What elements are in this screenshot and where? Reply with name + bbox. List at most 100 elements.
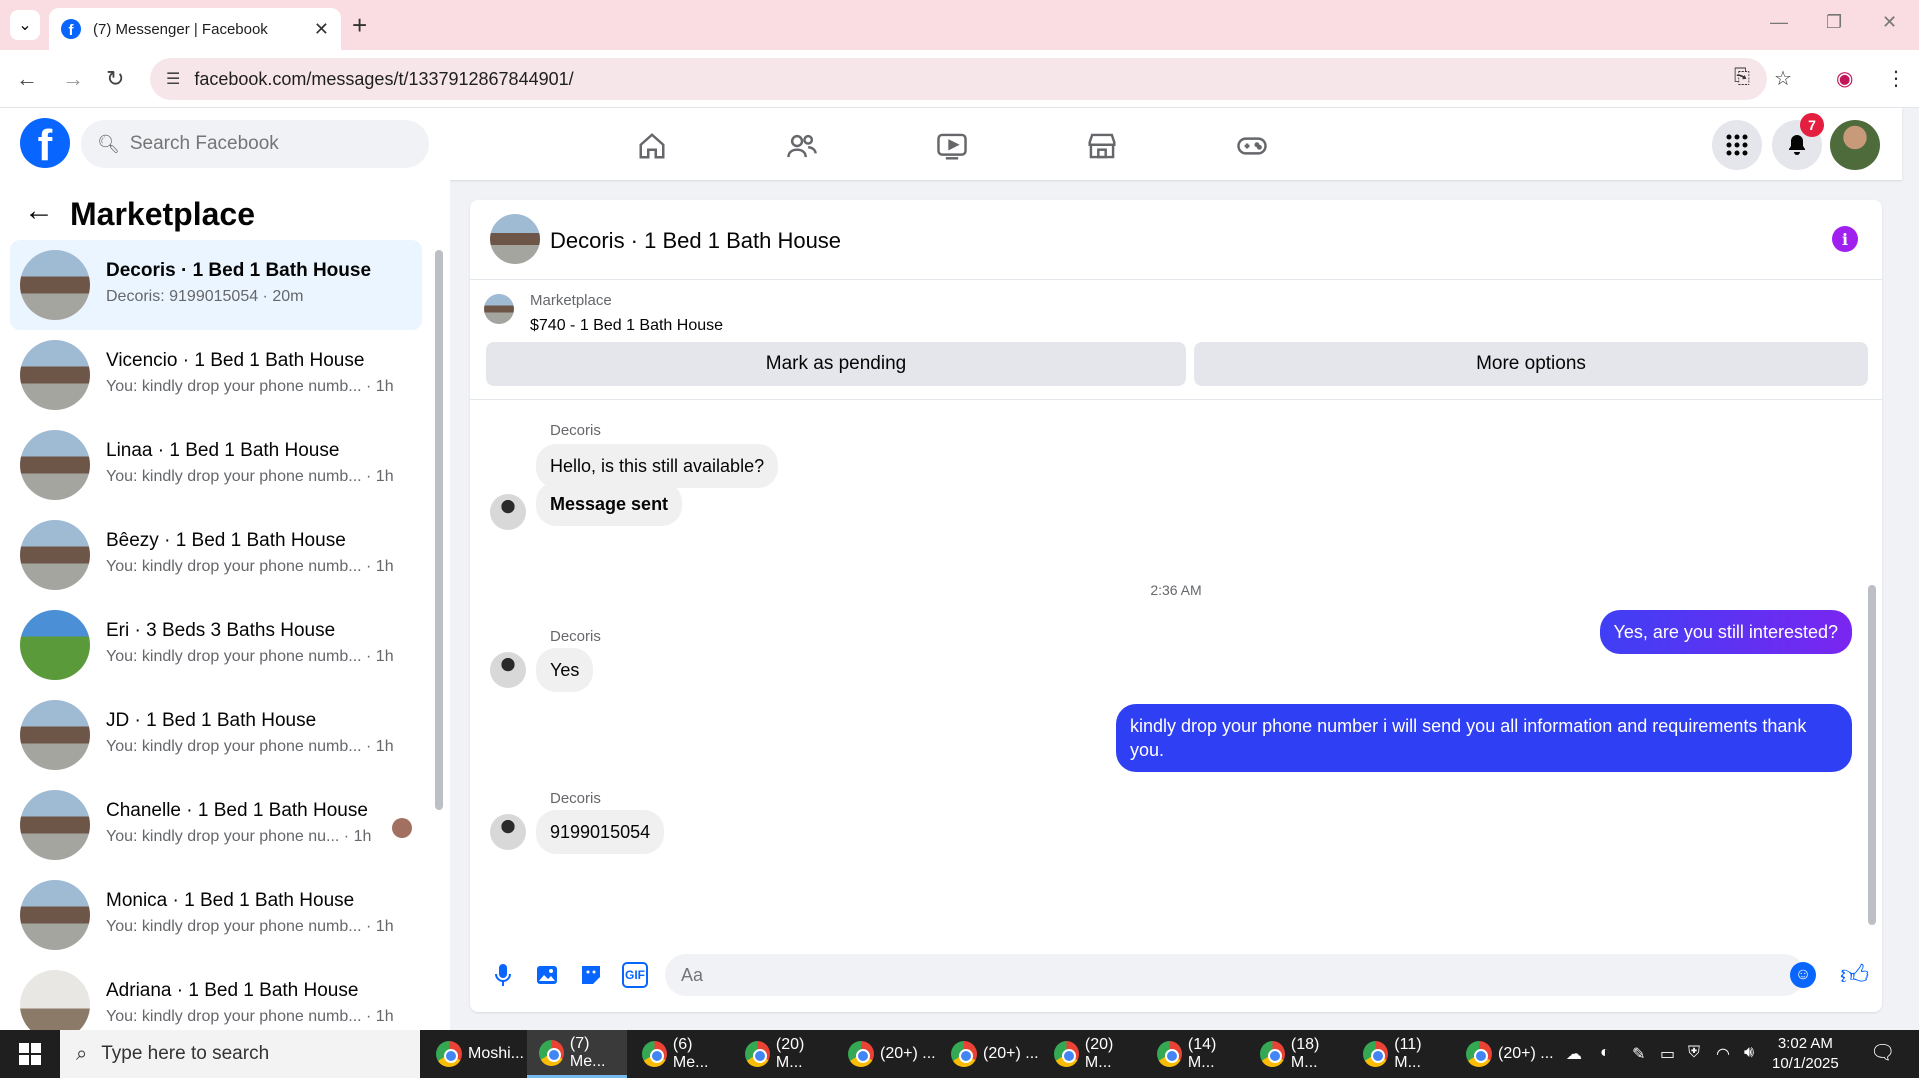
microphone-icon[interactable]: [490, 962, 516, 988]
message-input[interactable]: [665, 954, 1805, 996]
facebook-search[interactable]: 🔍︎: [81, 120, 429, 168]
taskbar-search-text: Type here to search: [101, 1043, 270, 1064]
conversation-name: Linaa · 1 Bed 1 Bath House: [106, 440, 340, 461]
forward-icon[interactable]: →: [62, 66, 84, 92]
conversation-item-beezy[interactable]: Bêezy · 1 Bed 1 Bath House You: kindly d…: [10, 510, 422, 600]
sticker-icon[interactable]: [578, 962, 604, 988]
conversation-item-vicencio[interactable]: Vicencio · 1 Bed 1 Bath House You: kindl…: [10, 330, 422, 420]
conversation-item-monica[interactable]: Monica · 1 Bed 1 Bath House You: kindly …: [10, 870, 422, 960]
marketplace-icon[interactable]: [1082, 126, 1122, 166]
conversation-preview: You: kindly drop your phone numb... · 1h: [106, 1008, 394, 1025]
sender-avatar[interactable]: [490, 494, 526, 530]
menu-grid-icon[interactable]: [1712, 120, 1762, 170]
message-bubble[interactable]: Message sent: [536, 482, 683, 526]
message-bubble-sent[interactable]: Yes, are you still interested?: [1599, 610, 1852, 654]
new-tab-icon[interactable]: +: [352, 10, 367, 41]
taskbar-app[interactable]: (7) Me...: [527, 1030, 627, 1078]
bookmark-star-icon[interactable]: ☆: [1774, 66, 1792, 91]
taskbar-app[interactable]: (20+) ...: [939, 1030, 1039, 1078]
chrome-icon: [436, 1041, 462, 1067]
thumbs-up-icon[interactable]: 👍︎: [1840, 958, 1869, 992]
taskbar-app[interactable]: (20) M...: [1042, 1030, 1142, 1078]
address-bar: ← → ↻ ☰ facebook.com/messages/t/13379128…: [0, 50, 1919, 108]
gif-icon[interactable]: GIF: [622, 962, 648, 988]
back-icon[interactable]: ←: [16, 66, 38, 92]
message-thread: Decoris Hello, is this still available? …: [470, 400, 1882, 930]
listing-thumbnail[interactable]: [484, 294, 514, 324]
system-clock[interactable]: 3:02 AM 10/1/2025: [1772, 1034, 1839, 1074]
conversation-preview: You: kindly drop your phone numb... · 1h: [106, 918, 394, 935]
reload-icon[interactable]: ↻: [106, 66, 124, 92]
close-tab-icon[interactable]: ✕: [314, 19, 329, 40]
taskbar-app[interactable]: (6) Me...: [630, 1030, 730, 1078]
sender-avatar[interactable]: [490, 814, 526, 850]
volume-icon[interactable]: 🔊︎: [1744, 1044, 1754, 1062]
battery-icon[interactable]: ▭: [1660, 1044, 1675, 1064]
chrome-icon: [1466, 1041, 1492, 1067]
taskbar-app[interactable]: (14) M...: [1145, 1030, 1245, 1078]
install-app-icon[interactable]: ⎘: [1734, 66, 1750, 89]
close-window-icon[interactable]: ✕: [1882, 12, 1897, 33]
photo-icon[interactable]: [534, 962, 560, 988]
listing-card: Marketplace $740 - 1 Bed 1 Bath House Ma…: [470, 280, 1882, 400]
windows-start-icon[interactable]: [0, 1030, 60, 1078]
message-bubble[interactable]: Yes: [536, 648, 594, 692]
back-arrow-icon[interactable]: ←: [24, 194, 54, 228]
chat-title[interactable]: Decoris · 1 Bed 1 Bath House: [550, 228, 841, 254]
conversation-name: Adriana · 1 Bed 1 Bath House: [106, 980, 359, 1001]
info-icon[interactable]: i: [1832, 226, 1858, 252]
cloud-icon[interactable]: ☁: [1566, 1044, 1582, 1064]
url-field[interactable]: ☰ facebook.com/messages/t/13379128678449…: [150, 58, 1767, 100]
site-settings-icon[interactable]: ☰: [166, 69, 180, 89]
search-input[interactable]: [129, 133, 410, 155]
conversation-item-eri[interactable]: Eri · 3 Beds 3 Baths House You: kindly d…: [10, 600, 422, 690]
menu-kebab-icon[interactable]: ⋮: [1886, 66, 1906, 91]
wifi-icon[interactable]: ◠: [1716, 1044, 1730, 1064]
chat-avatar[interactable]: [490, 214, 540, 264]
taskbar-app[interactable]: (20+) ...: [1454, 1030, 1554, 1078]
browser-tab[interactable]: f (7) Messenger | Facebook ✕: [49, 8, 341, 50]
listing-category: Marketplace: [530, 292, 612, 309]
sender-avatar[interactable]: [490, 652, 526, 688]
facebook-logo-icon[interactable]: f: [20, 118, 70, 168]
chrome-icon: [1260, 1041, 1285, 1067]
taskbar-app[interactable]: (20) M...: [733, 1030, 833, 1078]
more-options-button[interactable]: More options: [1194, 342, 1868, 386]
notification-center-icon[interactable]: 🗨︎: [1870, 1040, 1895, 1065]
conversation-item-linaa[interactable]: Linaa · 1 Bed 1 Bath House You: kindly d…: [10, 420, 422, 510]
taskbar-app[interactable]: (11) M...: [1351, 1030, 1451, 1078]
taskbar-app[interactable]: (20+) ...: [836, 1030, 936, 1078]
chat-scrollbar[interactable]: [1868, 585, 1876, 925]
conversation-item-decoris[interactable]: Decoris · 1 Bed 1 Bath House Decoris: 91…: [10, 240, 422, 330]
restore-icon[interactable]: ❐: [1826, 12, 1842, 33]
account-avatar[interactable]: [1830, 120, 1880, 170]
message-bubble-sent[interactable]: kindly drop your phone number i will sen…: [1116, 704, 1852, 772]
friends-icon[interactable]: [782, 126, 822, 166]
mark-as-pending-button[interactable]: Mark as pending: [486, 342, 1186, 386]
taskbar-app[interactable]: (18) M...: [1248, 1030, 1348, 1078]
conversation-sidebar: ← Marketplace Decoris · 1 Bed 1 Bath Hou…: [0, 180, 450, 1040]
pen-icon[interactable]: ✎: [1632, 1044, 1645, 1064]
message-composer: GIF ☺ 👍︎: [470, 940, 1882, 1010]
conversation-item-jd[interactable]: JD · 1 Bed 1 Bath House You: kindly drop…: [10, 690, 422, 780]
home-icon[interactable]: [632, 126, 672, 166]
edge-icon[interactable]: ◐: [1600, 1044, 1610, 1062]
conversation-item-chanelle[interactable]: Chanelle · 1 Bed 1 Bath House You: kindl…: [10, 780, 422, 870]
profile-icon[interactable]: ◉: [1836, 66, 1853, 91]
search-icon: ⌕: [76, 1042, 88, 1065]
emoji-icon[interactable]: ☺: [1790, 962, 1816, 988]
conversation-name: Eri · 3 Beds 3 Baths House: [106, 620, 336, 641]
tab-search-button[interactable]: ⌄: [10, 10, 40, 40]
taskbar-app[interactable]: Moshi...: [424, 1030, 524, 1078]
conversation-name: JD · 1 Bed 1 Bath House: [106, 710, 317, 731]
sidebar-scrollbar[interactable]: [435, 250, 443, 810]
notification-badge: 7: [1800, 113, 1824, 137]
shield-icon[interactable]: ⛨: [1688, 1044, 1700, 1062]
message-bubble[interactable]: 9199015054: [536, 810, 665, 854]
taskbar-search[interactable]: ⌕ Type here to search: [60, 1030, 420, 1078]
video-icon[interactable]: [932, 126, 972, 166]
listing-price[interactable]: $740 - 1 Bed 1 Bath House: [530, 317, 723, 335]
gaming-icon[interactable]: [1232, 126, 1272, 166]
conversation-name: Monica · 1 Bed 1 Bath House: [106, 890, 355, 911]
minimize-icon[interactable]: —: [1770, 12, 1788, 33]
